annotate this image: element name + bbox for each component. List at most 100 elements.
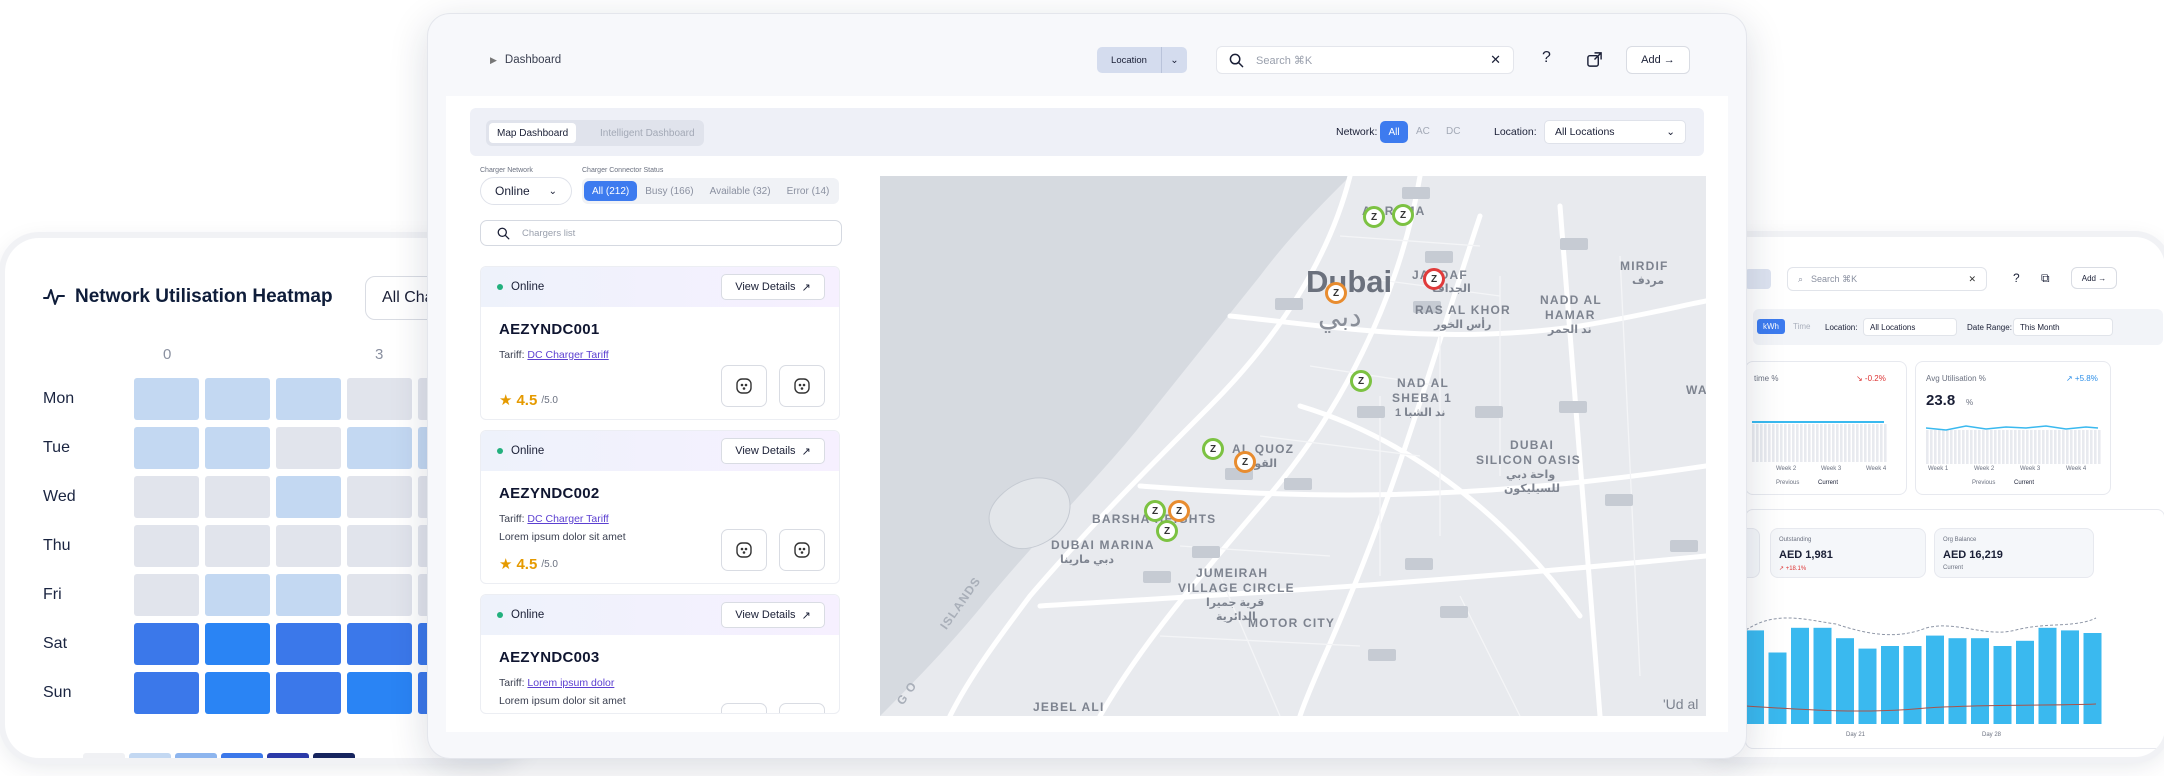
tariff-link[interactable]: Lorem ipsum dolor: [527, 677, 614, 689]
share-icon[interactable]: ⧉: [2041, 271, 2050, 286]
revenue-bar[interactable]: [2016, 640, 2034, 724]
heatmap-cell[interactable]: [276, 476, 341, 518]
heatmap-cell[interactable]: [347, 525, 412, 567]
network-all[interactable]: All: [1380, 121, 1408, 143]
heatmap-cell[interactable]: [276, 427, 341, 469]
revenue-bar[interactable]: [1858, 648, 1877, 724]
status-chip-all[interactable]: All (212): [584, 181, 638, 201]
heatmap-cell[interactable]: [276, 623, 341, 665]
revenue-bar[interactable]: [2061, 630, 2079, 724]
heatmap-cell[interactable]: [205, 672, 270, 714]
revenue-bar[interactable]: [2038, 627, 2057, 724]
tab-intelligent-dashboard[interactable]: Intelligent Dashboard: [592, 123, 703, 143]
network-dc[interactable]: DC: [1446, 126, 1460, 137]
map-label-silicon-ar1: واحة دبي: [1506, 469, 1556, 481]
close-icon[interactable]: ✕: [1968, 274, 1976, 285]
date-select[interactable]: This Month: [2013, 318, 2113, 336]
heatmap-cell[interactable]: [134, 574, 199, 616]
add-button[interactable]: Add →: [1626, 46, 1690, 74]
heatmap-cell[interactable]: [205, 623, 270, 665]
breadcrumb[interactable]: ▶ Dashboard: [490, 54, 561, 66]
revenue-bar[interactable]: [1903, 646, 1922, 724]
help-icon[interactable]: ?: [2013, 271, 2020, 285]
heatmap-cell[interactable]: [276, 574, 341, 616]
view-details-button[interactable]: View Details ↗: [721, 438, 825, 464]
location-dropdown-stub[interactable]: [1745, 269, 1771, 289]
location-select[interactable]: All Locations: [1863, 318, 1957, 336]
heatmap-cell[interactable]: [347, 672, 412, 714]
charger-pin[interactable]: Z: [1156, 520, 1178, 542]
charger-pin[interactable]: Z: [1202, 438, 1224, 460]
chevron-down-icon[interactable]: ⌄: [1161, 47, 1187, 73]
heatmap-cell[interactable]: [134, 378, 199, 420]
charger-pin[interactable]: Z: [1363, 206, 1385, 228]
heatmap-cell[interactable]: [276, 672, 341, 714]
revenue-bar[interactable]: [1881, 646, 1899, 724]
heatmap-cell[interactable]: [134, 623, 199, 665]
heatmap-cell[interactable]: [347, 427, 412, 469]
tariff-link[interactable]: DC Charger Tariff: [527, 513, 608, 525]
tab-map-dashboard[interactable]: Map Dashboard: [489, 123, 577, 143]
heatmap-cell[interactable]: [205, 378, 270, 420]
search-input[interactable]: Search ⌘K: [1256, 54, 1312, 67]
charger-pin[interactable]: Z: [1423, 268, 1445, 290]
charger-pin[interactable]: Z: [1144, 500, 1166, 522]
connector-icon[interactable]: [721, 529, 767, 571]
charger-pin[interactable]: Z: [1234, 451, 1256, 473]
heatmap-cell[interactable]: [347, 623, 412, 665]
right-search[interactable]: ⌕ Search ⌘K ✕: [1787, 267, 1987, 291]
tariff-link[interactable]: DC Charger Tariff: [527, 349, 608, 361]
charger-pin[interactable]: Z: [1325, 282, 1347, 304]
view-details-button[interactable]: View Details ↗: [721, 602, 825, 628]
heatmap-cell[interactable]: [347, 476, 412, 518]
charger-pin[interactable]: Z: [1168, 500, 1190, 522]
heatmap-cell[interactable]: [276, 378, 341, 420]
heatmap-cell[interactable]: [205, 476, 270, 518]
status-chip-busy[interactable]: Busy (166): [637, 180, 701, 202]
network-ac[interactable]: AC: [1416, 126, 1430, 137]
heatmap-cell[interactable]: [134, 476, 199, 518]
charger-pin[interactable]: Z: [1350, 370, 1372, 392]
charger-map[interactable]: Dubai دبي AL RAMA JADDAF الجداف MIRDIF م…: [880, 176, 1706, 716]
connector-icon[interactable]: [779, 703, 825, 713]
revenue-bar[interactable]: [1948, 638, 1967, 724]
revenue-bar[interactable]: [1993, 646, 2012, 724]
connector-icon[interactable]: [721, 365, 767, 407]
charger-card[interactable]: Online View Details ↗ AEZYNDC001 Tariff:…: [480, 266, 840, 420]
revenue-bar[interactable]: [2083, 633, 2102, 724]
chargers-search-input[interactable]: Chargers list: [522, 228, 575, 239]
heatmap-cell[interactable]: [134, 427, 199, 469]
connector-icon[interactable]: [779, 529, 825, 571]
location-button[interactable]: Location ⌄: [1097, 47, 1187, 73]
location-select[interactable]: All Locations ⌄: [1544, 120, 1686, 144]
heatmap-cell[interactable]: [276, 525, 341, 567]
chargers-search[interactable]: Chargers list: [480, 220, 842, 246]
heatmap-cell[interactable]: [205, 427, 270, 469]
connector-icon[interactable]: [721, 703, 767, 713]
revenue-bar[interactable]: [1746, 630, 1764, 724]
charger-network-select[interactable]: Online ⌄: [480, 177, 572, 205]
heatmap-cell[interactable]: [205, 525, 270, 567]
right-add-button[interactable]: Add →: [2071, 267, 2117, 289]
charger-pin[interactable]: Z: [1392, 204, 1414, 226]
charger-card[interactable]: Online View Details ↗ AEZYNDC002 Tariff:…: [480, 430, 840, 584]
revenue-bar[interactable]: [1768, 652, 1787, 725]
kwh-toggle[interactable]: kWh: [1757, 319, 1785, 334]
heatmap-cell[interactable]: [134, 672, 199, 714]
heatmap-cell[interactable]: [205, 574, 270, 616]
heatmap-cell[interactable]: [347, 574, 412, 616]
revenue-bar[interactable]: [1971, 638, 1989, 724]
close-icon[interactable]: ✕: [1490, 52, 1501, 68]
time-toggle[interactable]: Time: [1793, 322, 1810, 331]
charger-card[interactable]: Online View Details ↗ AEZYNDC003 Tariff:…: [480, 594, 840, 714]
status-chip-error[interactable]: Error (14): [779, 180, 838, 202]
heatmap-cell[interactable]: [347, 378, 412, 420]
status-chip-available[interactable]: Available (32): [702, 180, 779, 202]
connector-icon[interactable]: [779, 365, 825, 407]
help-icon[interactable]: ?: [1542, 49, 1551, 67]
search-bar[interactable]: Search ⌘K ✕: [1216, 46, 1514, 74]
heatmap-cell[interactable]: [134, 525, 199, 567]
share-icon[interactable]: [1586, 51, 1603, 68]
view-details-button[interactable]: View Details ↗: [721, 274, 825, 300]
revenue-bar[interactable]: [1926, 635, 1944, 724]
